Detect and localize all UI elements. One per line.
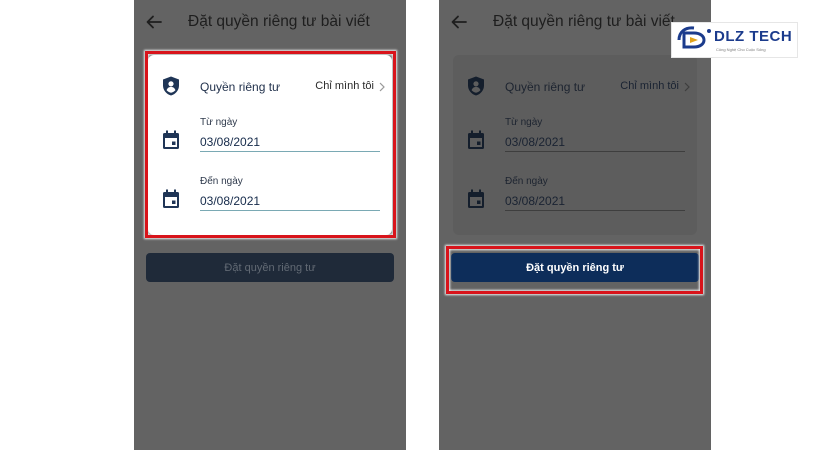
from-date-value[interactable]: 03/08/2021 <box>505 135 565 149</box>
dlz-logo-mark-icon <box>677 26 711 49</box>
phone-screen-right: Đặt quyền riêng tư bài viết Quyền riêng … <box>439 0 711 450</box>
privacy-settings-card: Quyền riêng tư Chỉ mình tôi Từ ngày 03/0… <box>453 55 697 235</box>
chevron-right-icon <box>684 82 690 92</box>
brand-name: DLZ TECH <box>714 28 793 45</box>
set-privacy-button-disabled[interactable]: Đặt quyền riêng tư <box>146 253 394 282</box>
from-date-field[interactable]: Từ ngày 03/08/2021 <box>453 117 697 161</box>
shield-user-icon <box>468 76 484 96</box>
calendar-icon <box>468 130 484 149</box>
field-underline <box>505 210 685 211</box>
privacy-label: Quyền riêng tư <box>505 80 586 94</box>
privacy-value: Chỉ mình tôi <box>620 80 679 92</box>
page-title: Đặt quyền riêng tư bài viết <box>493 13 675 30</box>
page-title: Đặt quyền riêng tư bài viết <box>188 13 370 30</box>
privacy-setting-row[interactable]: Quyền riêng tư Chỉ mình tôi <box>453 73 697 101</box>
calendar-icon <box>468 189 484 208</box>
to-date-label: Đến ngày <box>505 176 548 187</box>
highlight-frame-card <box>145 51 396 238</box>
back-arrow-icon[interactable] <box>449 12 469 32</box>
from-date-label: Từ ngày <box>505 117 543 128</box>
brand-tagline: Công Nghệ Cho Cuộc Sống <box>716 47 766 52</box>
brand-logo: DLZ TECH Công Nghệ Cho Cuộc Sống <box>671 22 798 58</box>
to-date-field[interactable]: Đến ngày 03/08/2021 <box>453 176 697 220</box>
field-underline <box>505 151 685 152</box>
highlight-frame-button <box>446 246 703 294</box>
app-header: Đặt quyền riêng tư bài viết <box>134 0 406 44</box>
to-date-value[interactable]: 03/08/2021 <box>505 194 565 208</box>
back-arrow-icon[interactable] <box>144 12 164 32</box>
